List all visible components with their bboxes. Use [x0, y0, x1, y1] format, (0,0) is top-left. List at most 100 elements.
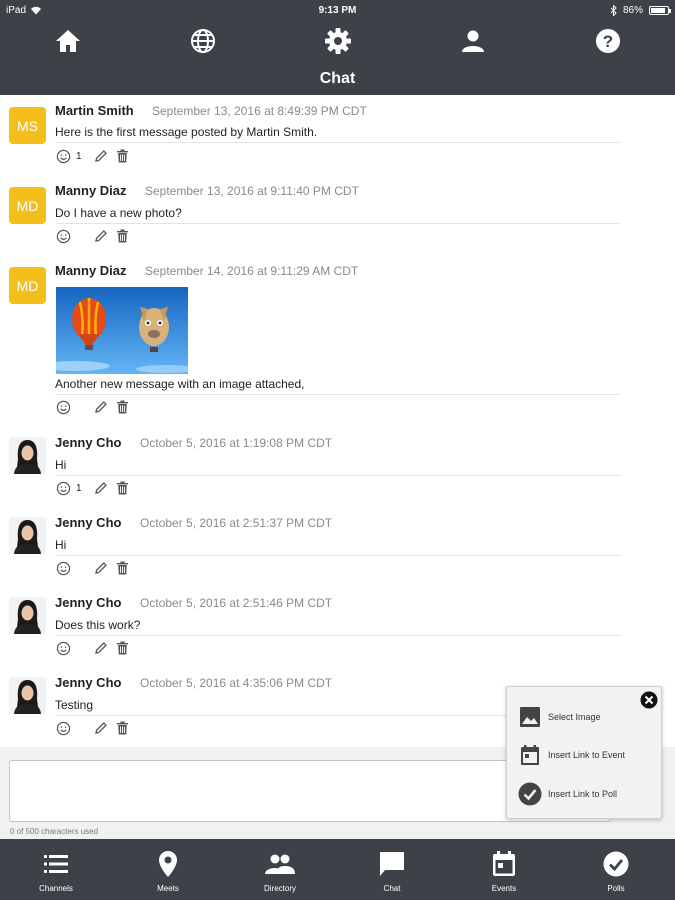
- tab-label: Directory: [263, 884, 296, 893]
- attached-image[interactable]: [56, 287, 188, 374]
- tab-label: Channels: [39, 884, 73, 893]
- sender-name[interactable]: Manny Diaz: [55, 263, 127, 278]
- message-text: Here is the first message posted by Mart…: [55, 125, 318, 139]
- tab-channels[interactable]: Channels: [16, 839, 96, 900]
- close-icon[interactable]: [640, 691, 658, 709]
- status-bar: iPad 9:13 PM 86%: [0, 0, 675, 20]
- avatar-photo: [9, 677, 46, 714]
- divider: [55, 394, 620, 395]
- sender-name[interactable]: Martin Smith: [55, 103, 134, 118]
- message-timestamp: October 5, 2016 at 4:35:06 PM CDT: [140, 676, 333, 690]
- people-icon: [240, 851, 320, 877]
- sender-name[interactable]: Jenny Cho: [55, 675, 121, 690]
- trash-icon[interactable]: [114, 480, 130, 496]
- pencil-icon[interactable]: [93, 399, 109, 415]
- home-icon[interactable]: [53, 26, 83, 56]
- message-actions: [55, 399, 130, 415]
- trash-icon[interactable]: [114, 640, 130, 656]
- sender-name[interactable]: Manny Diaz: [55, 183, 127, 198]
- svg-text:?: ?: [603, 32, 613, 51]
- checkmark-circle-icon: [576, 851, 656, 877]
- message-text: Another new message with an image attach…: [55, 377, 305, 391]
- message-actions: 1: [55, 480, 130, 496]
- tab-directory[interactable]: Directory: [240, 839, 320, 900]
- trash-icon[interactable]: [114, 720, 130, 736]
- pencil-icon[interactable]: [93, 640, 109, 656]
- battery-fill: [651, 7, 665, 13]
- smiley-icon[interactable]: [55, 560, 71, 576]
- message-actions: [55, 640, 130, 656]
- device-label: iPad: [6, 4, 27, 16]
- list-icon: [16, 851, 96, 877]
- tab-chat[interactable]: Chat: [352, 839, 432, 900]
- smiley-icon[interactable]: [55, 720, 71, 736]
- tab-label: Meets: [157, 884, 179, 893]
- avatar[interactable]: MS: [9, 107, 46, 144]
- message-timestamp: October 5, 2016 at 2:51:37 PM CDT: [140, 516, 333, 530]
- insert-link-poll-button[interactable]: Insert Link to Poll: [518, 782, 617, 806]
- battery-icon: [649, 5, 671, 15]
- sender-name[interactable]: Jenny Cho: [55, 435, 121, 450]
- trash-icon[interactable]: [114, 399, 130, 415]
- insert-link-event-button[interactable]: Insert Link to Event: [518, 743, 625, 767]
- divider: [55, 475, 620, 476]
- message-timestamp: September 13, 2016 at 8:49:39 PM CDT: [152, 104, 367, 118]
- message-text: Hi: [55, 458, 67, 472]
- smiley-icon[interactable]: [55, 480, 71, 496]
- person-icon[interactable]: [458, 26, 488, 56]
- pencil-icon[interactable]: [93, 148, 109, 164]
- message-actions: [55, 228, 130, 244]
- tab-label: Events: [491, 884, 517, 893]
- tab-events[interactable]: Events: [464, 839, 544, 900]
- avatar[interactable]: MD: [9, 187, 46, 224]
- message-text: Do I have a new photo?: [55, 206, 182, 220]
- tab-label: Polls: [607, 884, 625, 893]
- pencil-icon[interactable]: [93, 720, 109, 736]
- avatar[interactable]: [9, 517, 46, 554]
- trash-icon[interactable]: [114, 560, 130, 576]
- smiley-icon[interactable]: [55, 148, 71, 164]
- message-actions: [55, 560, 130, 576]
- trash-icon[interactable]: [114, 228, 130, 244]
- status-right: 86%: [610, 4, 671, 16]
- tab-meets[interactable]: Meets: [128, 839, 208, 900]
- status-time: 9:13 PM: [318, 4, 357, 16]
- message-timestamp: October 5, 2016 at 2:51:46 PM CDT: [140, 596, 333, 610]
- insert-menu-popup: Select Image Insert Link to Event Insert…: [506, 686, 662, 819]
- pencil-icon[interactable]: [93, 560, 109, 576]
- avatar[interactable]: [9, 437, 46, 474]
- avatar-photo: [9, 437, 46, 474]
- avatar[interactable]: [9, 677, 46, 714]
- smiley-icon[interactable]: [55, 399, 71, 415]
- avatar[interactable]: MD: [9, 267, 46, 304]
- smiley-icon[interactable]: [55, 640, 71, 656]
- avatar-photo: [9, 597, 46, 634]
- tab-polls[interactable]: Polls: [576, 839, 656, 900]
- calendar-icon: [464, 851, 544, 877]
- tab-label: Chat: [383, 884, 401, 893]
- sender-name[interactable]: Jenny Cho: [55, 515, 121, 530]
- pencil-icon[interactable]: [93, 228, 109, 244]
- globe-icon[interactable]: [188, 26, 218, 56]
- character-counter: 0 of 500 characters used: [10, 827, 99, 836]
- reaction-count: 1: [76, 150, 82, 162]
- message-list[interactable]: MS Martin Smith September 13, 2016 at 8:…: [0, 95, 675, 747]
- trash-icon[interactable]: [114, 148, 130, 164]
- help-icon[interactable]: ?: [593, 26, 623, 56]
- message-actions: 1: [55, 148, 130, 164]
- pencil-icon[interactable]: [93, 480, 109, 496]
- smiley-icon[interactable]: [55, 228, 71, 244]
- divider: [55, 142, 620, 143]
- wifi-icon: [31, 6, 42, 14]
- divider: [55, 635, 620, 636]
- message-timestamp: October 5, 2016 at 1:19:08 PM CDT: [140, 436, 333, 450]
- gear-icon[interactable]: [323, 26, 353, 56]
- avatar[interactable]: [9, 597, 46, 634]
- message-actions: [55, 720, 130, 736]
- reaction-count: 1: [76, 482, 82, 494]
- location-pin-icon: [128, 851, 208, 877]
- top-nav: ? Chat: [0, 20, 675, 95]
- bluetooth-icon: [610, 4, 617, 16]
- sender-name[interactable]: Jenny Cho: [55, 595, 121, 610]
- select-image-button[interactable]: Select Image: [518, 705, 601, 729]
